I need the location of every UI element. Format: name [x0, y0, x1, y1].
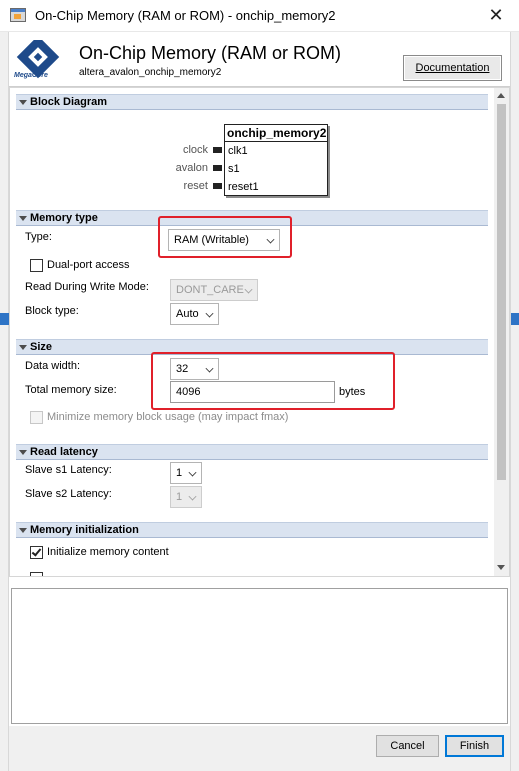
background-selection-bar: [0, 313, 9, 325]
cancel-button[interactable]: Cancel: [376, 735, 439, 757]
slave-s2-latency-value: 1: [176, 491, 183, 503]
port-pin: [213, 147, 222, 153]
interface-label-avalon: avalon: [175, 162, 208, 174]
type-label: Type:: [25, 231, 52, 243]
logo-text: MegaCore: [14, 72, 48, 79]
section-title: Read latency: [30, 446, 98, 458]
slave-s2-latency-label: Slave s2 Latency:: [25, 488, 112, 500]
component-header: MegaCore On-Chip Memory (RAM or ROM) alt…: [9, 32, 510, 87]
data-width-label: Data width:: [25, 360, 81, 372]
section-title: Block Diagram: [30, 96, 108, 108]
parameters-panel[interactable]: Block Diagram clock avalon reset onchip_…: [9, 87, 510, 577]
memory-init-header[interactable]: Memory initialization: [16, 522, 488, 538]
dual-port-checkbox[interactable]: [30, 259, 43, 272]
slave-s1-latency-value: 1: [176, 467, 183, 479]
collapse-triangle-icon[interactable]: [19, 100, 27, 105]
rdw-value: DONT_CARE: [176, 284, 244, 296]
rdw-dropdown: DONT_CARE: [170, 279, 258, 301]
dialog-footer: Cancel Finish: [9, 726, 510, 771]
background-selection-bar: [511, 313, 519, 325]
background-window-right: [510, 32, 519, 771]
component-title: On-Chip Memory (RAM or ROM): [79, 43, 342, 63]
chevron-down-icon: [244, 285, 253, 294]
scroll-thumb[interactable]: [497, 104, 506, 480]
port-clk1: clk1: [228, 145, 248, 157]
initialize-memory-checkbox[interactable]: [30, 546, 43, 559]
app-icon: [10, 8, 26, 22]
component-name: onchip_memory2: [225, 126, 327, 142]
total-size-label: Total memory size:: [25, 384, 117, 396]
partially-hidden-checkbox[interactable]: [30, 572, 43, 576]
collapse-triangle-icon[interactable]: [19, 216, 27, 221]
background-window-left: [0, 32, 9, 771]
collapse-triangle-icon[interactable]: [19, 528, 27, 533]
port-pin: [213, 183, 222, 189]
close-icon[interactable]: ✕: [485, 4, 507, 26]
port-reset1: reset1: [228, 181, 259, 193]
collapse-triangle-icon[interactable]: [19, 345, 27, 350]
section-title: Memory type: [30, 212, 98, 224]
block-type-label: Block type:: [25, 305, 79, 317]
block-type-value: Auto: [176, 308, 199, 320]
block-diagram-header[interactable]: Block Diagram: [16, 94, 488, 110]
highlight-box: [158, 216, 292, 258]
highlight-box: [151, 352, 395, 410]
component-block: onchip_memory2 clk1 s1 reset1: [224, 124, 328, 196]
slave-s2-latency-dropdown: 1: [170, 486, 202, 508]
component-subtitle: altera_avalon_onchip_memory2: [79, 67, 222, 78]
section-title: Memory initialization: [30, 524, 139, 536]
minimize-label: Minimize memory block usage (may impact …: [47, 411, 289, 423]
collapse-triangle-icon[interactable]: [19, 450, 27, 455]
rdw-label: Read During Write Mode:: [25, 281, 149, 293]
title-bar: On-Chip Memory (RAM or ROM) - onchip_mem…: [0, 0, 519, 32]
slave-s1-latency-dropdown[interactable]: 1: [170, 462, 202, 484]
dual-port-label: Dual-port access: [47, 259, 130, 271]
port-s1: s1: [228, 163, 240, 175]
interface-label-clock: clock: [182, 144, 208, 156]
interface-label-reset: reset: [183, 180, 208, 192]
initialize-memory-label: Initialize memory content: [47, 546, 169, 558]
block-type-dropdown[interactable]: Auto: [170, 303, 219, 325]
scroll-down-icon[interactable]: [497, 565, 505, 570]
chevron-down-icon: [188, 492, 197, 501]
section-title: Size: [30, 341, 53, 353]
scroll-up-icon[interactable]: [497, 93, 505, 98]
read-latency-header[interactable]: Read latency: [16, 444, 488, 460]
documentation-button[interactable]: Documentation: [403, 55, 502, 81]
finish-button[interactable]: Finish: [445, 735, 504, 757]
vertical-scrollbar[interactable]: [494, 88, 509, 576]
window-title: On-Chip Memory (RAM or ROM) - onchip_mem…: [35, 8, 336, 23]
chevron-down-icon: [205, 309, 214, 318]
port-pin: [213, 165, 222, 171]
minimize-checkbox: [30, 411, 43, 424]
chevron-down-icon: [188, 468, 197, 477]
checkmark-icon: [31, 546, 42, 557]
message-area[interactable]: [11, 588, 508, 724]
slave-s1-latency-label: Slave s1 Latency:: [25, 464, 112, 476]
